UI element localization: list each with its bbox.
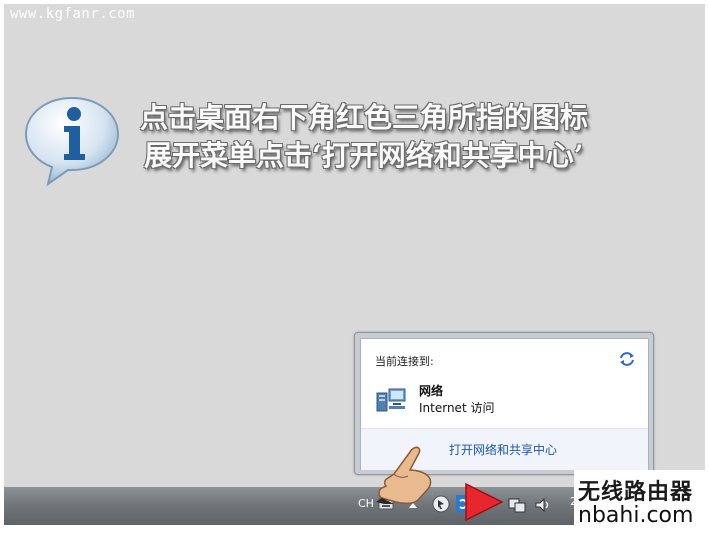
screenshot-frame: www.kgfanr.com 点击桌面右下角红色三角所指的图标 展开菜单点击‘打… xyxy=(0,0,709,533)
network-name: 网络 xyxy=(419,384,444,398)
red-triangle-arrow-icon xyxy=(465,482,504,522)
info-icon xyxy=(24,96,120,187)
open-network-sharing-center-link[interactable]: 打开网络和共享中心 xyxy=(449,441,557,458)
refresh-icon[interactable] xyxy=(618,351,636,367)
site-logo: 无线路由器 nbahi.com xyxy=(574,470,709,533)
instruction-line-2: 展开菜单点击‘打开网络和共享中心’ xyxy=(144,139,584,172)
instruction-headline: 点击桌面右下角红色三角所指的图标 展开菜单点击‘打开网络和共享中心’ xyxy=(134,99,694,175)
network-status: Internet 访问 xyxy=(419,401,495,415)
logo-chinese-text: 无线路由器 xyxy=(578,479,694,505)
language-indicator[interactable]: CH xyxy=(358,497,374,510)
speaker-icon[interactable] xyxy=(534,496,552,514)
network-tray-icon[interactable] xyxy=(508,496,526,514)
site-watermark: www.kgfanr.com xyxy=(10,6,136,22)
pointing-hand-icon xyxy=(376,446,432,505)
currently-connected-label: 当前连接到: xyxy=(375,355,434,368)
instruction-line-1: 点击桌面右下角红色三角所指的图标 xyxy=(140,101,589,134)
logo-domain-text: nbahi.com xyxy=(578,503,694,528)
network-icon xyxy=(376,388,406,412)
